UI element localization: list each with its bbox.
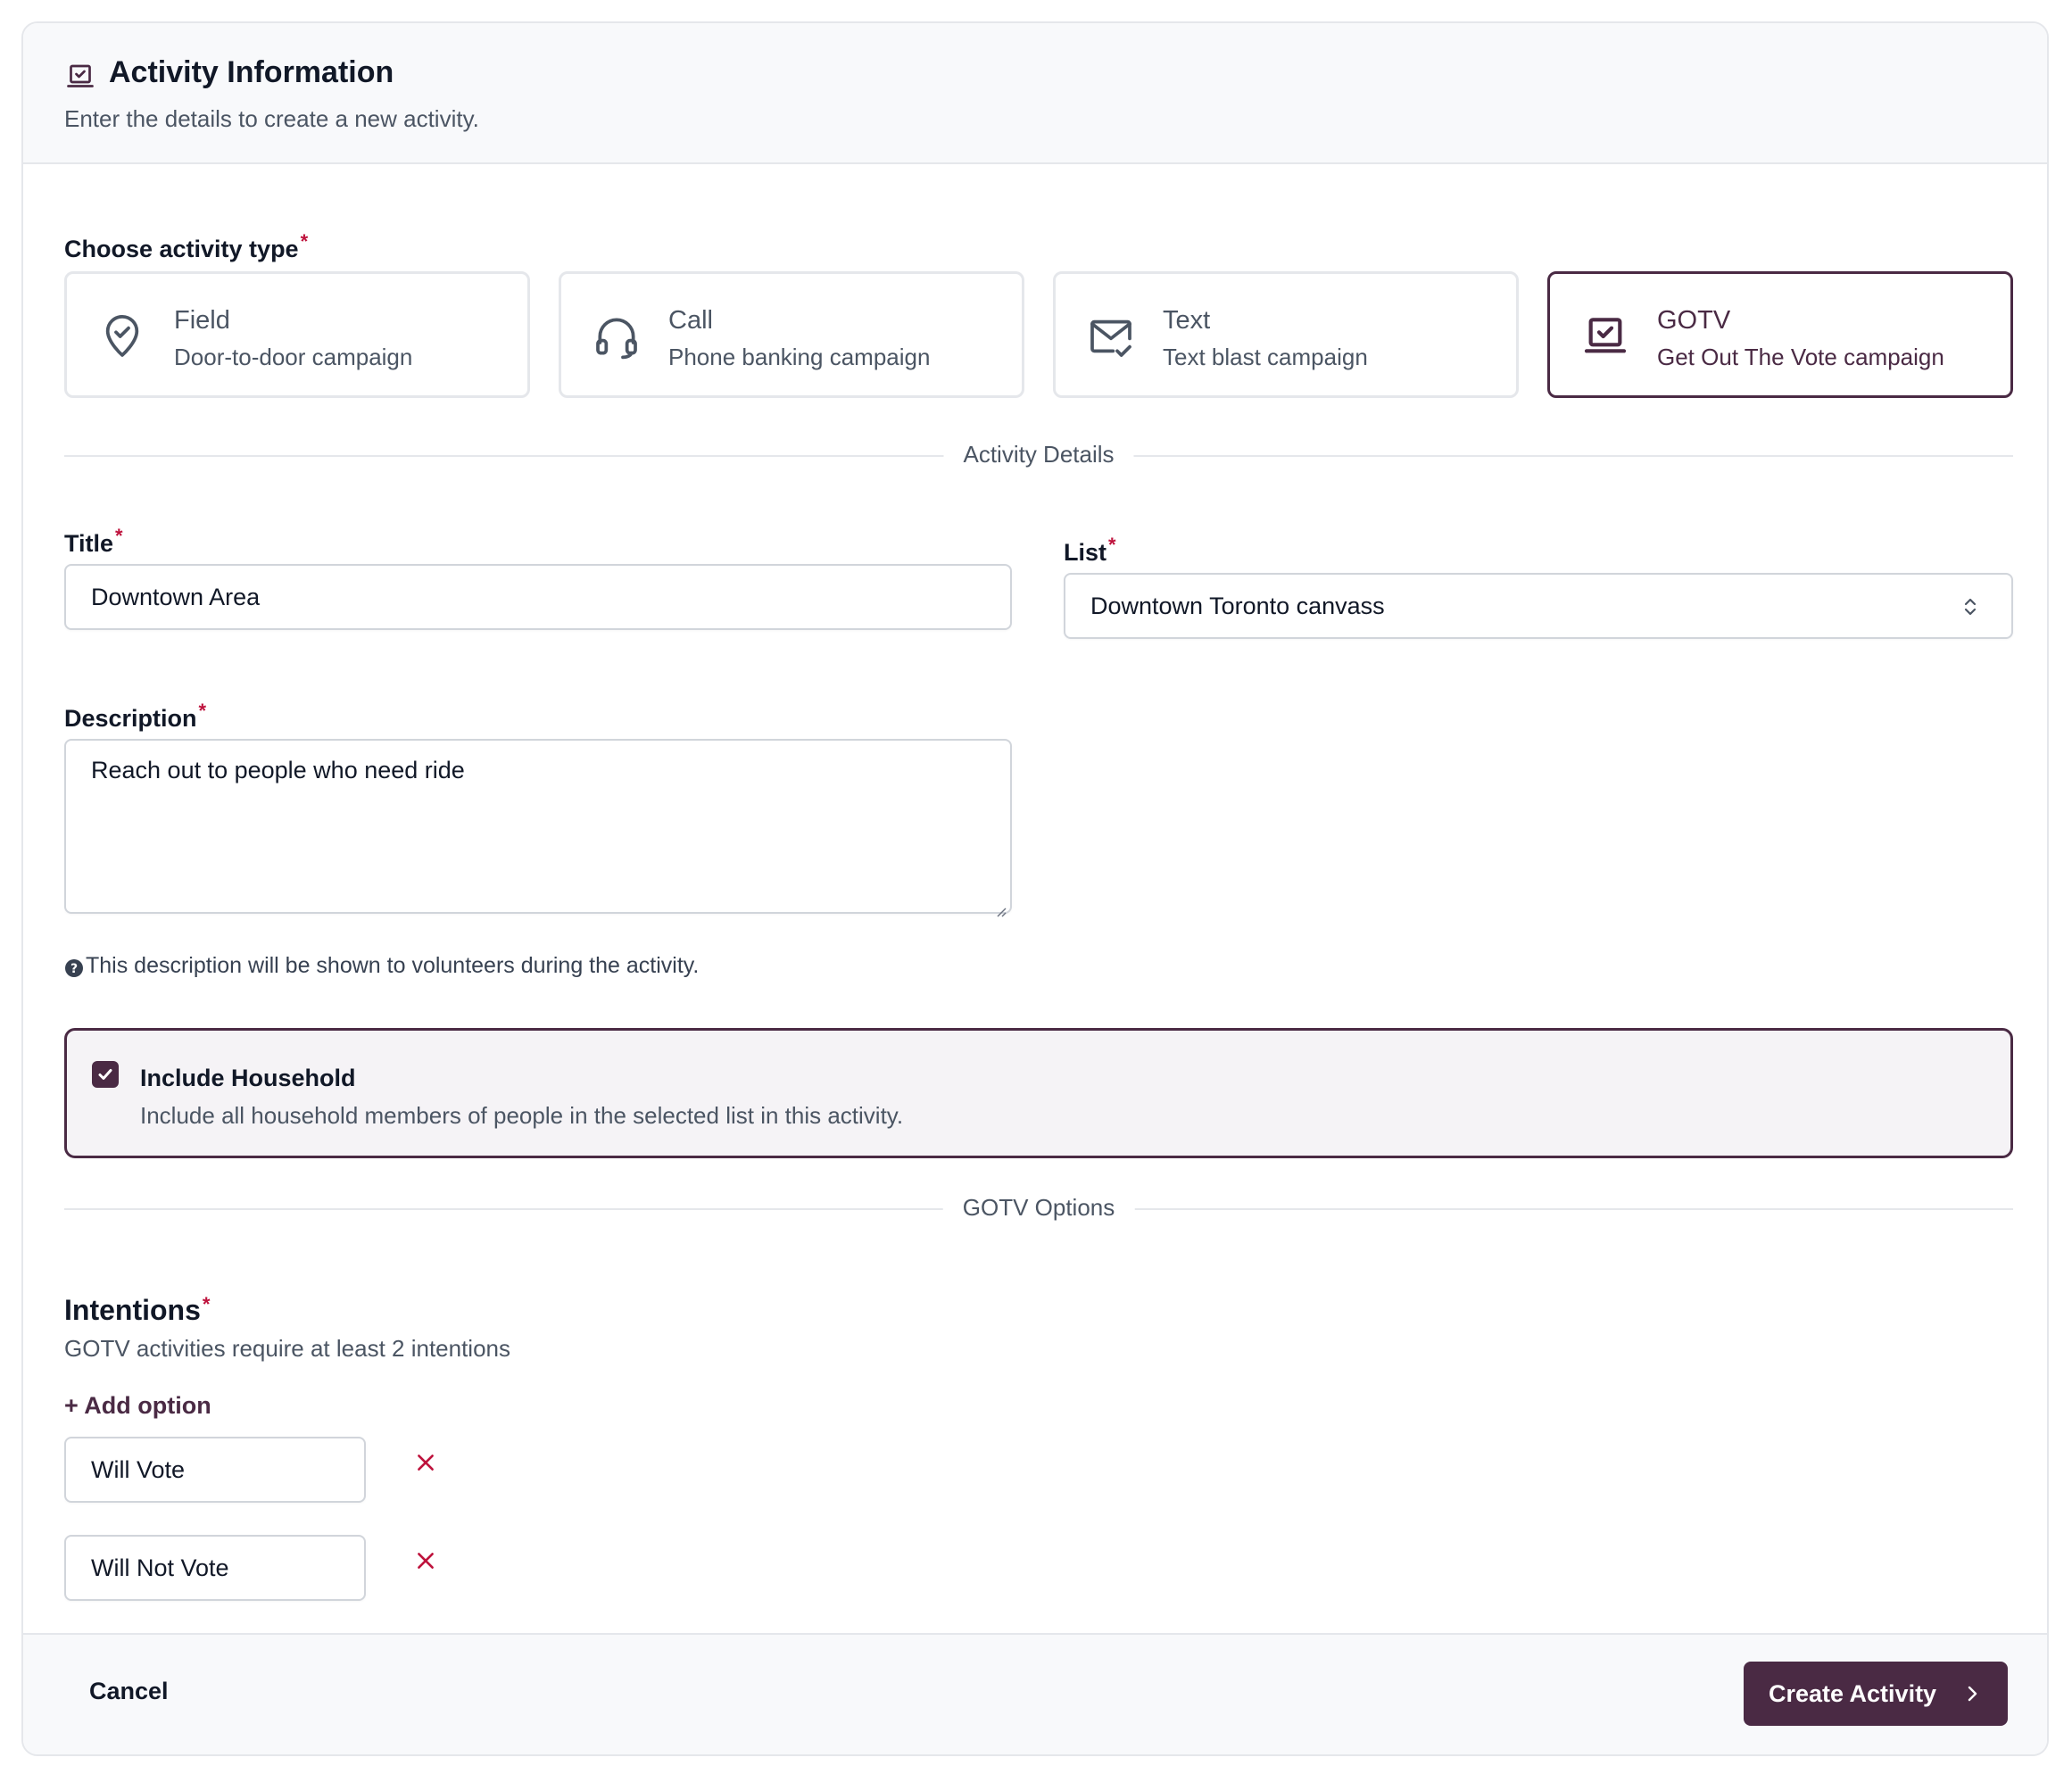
activity-type-description: Door-to-door campaign	[174, 344, 413, 370]
create-activity-label: Create Activity	[1769, 1679, 1937, 1707]
description-label: Description*	[64, 700, 207, 732]
laptop-check-icon	[1580, 311, 1630, 361]
chevron-up-down-icon	[1960, 594, 1981, 619]
remove-intention-icon[interactable]	[414, 1549, 437, 1572]
description-textarea[interactable]: Reach out to people who need ride	[64, 739, 1012, 917]
activity-type-description: Phone banking campaign	[668, 344, 931, 370]
list-label: List*	[1064, 534, 1116, 566]
activity-type-call[interactable]: Call Phone banking campaign	[559, 271, 1024, 398]
list-select-value: Downtown Toronto canvass	[1090, 592, 1385, 619]
list-select[interactable]: Downtown Toronto canvass	[1064, 573, 2013, 639]
section-divider: GOTV Options	[64, 1194, 2013, 1222]
title-label: Title*	[64, 525, 123, 557]
intention-input[interactable]: Will Not Vote	[64, 1535, 366, 1601]
include-household-checkbox[interactable]	[92, 1061, 119, 1088]
intentions-title: Intentions*	[64, 1293, 211, 1326]
cancel-button[interactable]: Cancel	[89, 1678, 169, 1705]
help-circle-icon: ?	[64, 958, 84, 978]
title-input-value: Downtown Area	[91, 583, 261, 610]
activity-type-gotv[interactable]: GOTV Get Out The Vote campaign	[1547, 271, 2013, 398]
section-divider-label: Activity Details	[943, 441, 1134, 468]
resize-handle-icon[interactable]	[994, 896, 1007, 917]
include-household-description: Include all household members of people …	[140, 1102, 904, 1129]
intention-input-value: Will Vote	[91, 1455, 186, 1483]
activity-type-text[interactable]: Text Text blast campaign	[1053, 271, 1519, 398]
activity-type-name: GOTV	[1657, 306, 1731, 335]
intention-input[interactable]: Will Vote	[64, 1437, 366, 1503]
card-header: Activity Information Enter the details t…	[23, 23, 2047, 164]
svg-text:?: ?	[70, 962, 78, 976]
add-option-button[interactable]: + Add option	[64, 1392, 211, 1420]
form-footer: Cancel Create Activity	[23, 1633, 2047, 1754]
intention-input-value: Will Not Vote	[91, 1554, 229, 1581]
activity-type-name: Call	[668, 306, 713, 335]
activity-type-name: Text	[1163, 306, 1211, 335]
required-mark: *	[115, 525, 123, 547]
activity-type-label: Choose activity type*	[64, 230, 309, 262]
create-activity-button[interactable]: Create Activity	[1744, 1662, 2008, 1726]
section-divider-label: GOTV Options	[942, 1194, 1135, 1222]
title-input[interactable]: Downtown Area	[64, 564, 1012, 630]
required-mark: *	[202, 1293, 211, 1315]
intentions-subtitle: GOTV activities require at least 2 inten…	[64, 1335, 511, 1362]
page-subtitle: Enter the details to create a new activi…	[64, 105, 479, 132]
include-household-option[interactable]: Include Household Include all household …	[64, 1028, 2013, 1158]
page-title: Activity Information	[109, 55, 394, 89]
map-pin-check-icon	[97, 311, 147, 361]
check-icon	[98, 1069, 112, 1080]
activity-type-description: Text blast campaign	[1163, 344, 1368, 370]
mail-check-icon	[1086, 311, 1136, 361]
remove-intention-icon[interactable]	[414, 1451, 437, 1474]
section-divider: Activity Details	[64, 441, 2013, 468]
chevron-right-icon	[1963, 1683, 1981, 1704]
required-mark: *	[1108, 534, 1116, 556]
laptop-check-icon	[64, 61, 96, 93]
activity-type-description: Get Out The Vote campaign	[1657, 344, 1944, 370]
required-mark: *	[198, 700, 207, 722]
include-household-title: Include Household	[140, 1065, 356, 1091]
description-textarea-value: Reach out to people who need ride	[91, 757, 465, 783]
required-mark: *	[300, 230, 309, 253]
headset-icon	[592, 311, 642, 361]
activity-type-field[interactable]: Field Door-to-door campaign	[64, 271, 530, 398]
activity-form-card: Activity Information Enter the details t…	[21, 21, 2049, 1756]
activity-type-name: Field	[174, 306, 230, 335]
description-hint: This description will be shown to volunt…	[86, 953, 700, 978]
